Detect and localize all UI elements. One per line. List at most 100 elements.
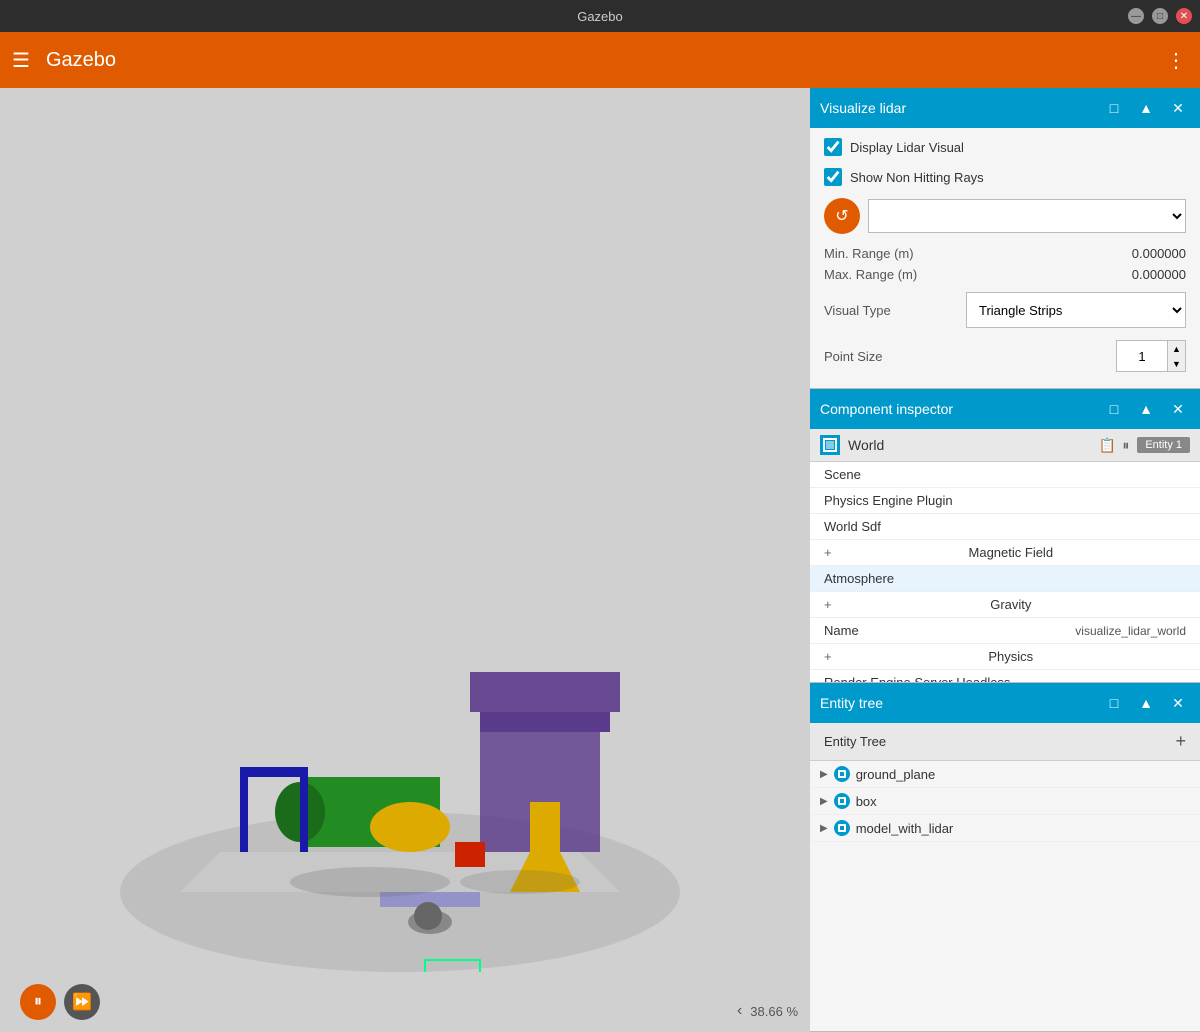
window-title: Gazebo [577, 9, 623, 24]
entity-tree-square-button[interactable]: □ [1102, 691, 1126, 715]
3d-viewport[interactable]: ⏸ ⏩ ‹ 38.66 % [0, 88, 810, 1032]
et-header-row: Entity Tree + [810, 723, 1200, 761]
ci-copy-button[interactable]: 📋 [1099, 437, 1116, 454]
spinner-up-button[interactable]: ▲ [1167, 341, 1185, 356]
ci-list: Scene Physics Engine Plugin World Sdf + … [810, 462, 1200, 682]
show-rays-label: Show Non Hitting Rays [850, 170, 984, 185]
entity-tree-title: Entity tree [820, 695, 1094, 711]
component-inspector-up-button[interactable]: ▲ [1134, 397, 1158, 421]
app-title: Gazebo [46, 49, 116, 72]
et-item-ground-plane[interactable]: ▶ ground_plane [810, 761, 1200, 788]
entity-tree-up-button[interactable]: ▲ [1134, 691, 1158, 715]
et-add-button[interactable]: + [1175, 731, 1186, 752]
et-item-model-with-lidar[interactable]: ▶ model_with_lidar [810, 815, 1200, 842]
ci-actions: 📋 ⏸ [1099, 437, 1129, 454]
spinner-down-button[interactable]: ▼ [1167, 356, 1185, 371]
visual-type-row: Visual Type Triangle Strips Points Billb… [824, 292, 1186, 328]
title-bar: Gazebo — □ ✕ [0, 0, 1200, 32]
visualize-lidar-square-button[interactable]: □ [1102, 96, 1126, 120]
entity-tree-close-button[interactable]: ✕ [1166, 691, 1190, 715]
show-rays-checkbox[interactable] [824, 168, 842, 186]
et-arrow-ground-plane: ▶ [820, 769, 828, 780]
display-lidar-checkbox[interactable] [824, 138, 842, 156]
ci-item-atmosphere[interactable]: Atmosphere [810, 566, 1200, 592]
max-range-row: Max. Range (m) 0.000000 [824, 267, 1186, 282]
ci-item-magnetic-field[interactable]: + Magnetic Field [810, 540, 1200, 566]
component-inspector-close-button[interactable]: ✕ [1166, 397, 1190, 421]
ci-world-row: World 📋 ⏸ Entity 1 [810, 429, 1200, 462]
close-button[interactable]: ✕ [1176, 8, 1192, 24]
max-range-label: Max. Range (m) [824, 267, 917, 282]
pause-button[interactable]: ⏸ [20, 984, 56, 1020]
entity-badge: Entity 1 [1137, 437, 1190, 453]
point-size-row: Point Size ▲ ▼ [824, 340, 1186, 372]
point-size-label: Point Size [824, 349, 883, 364]
lidar-topic-select[interactable] [868, 199, 1186, 233]
ci-item-name[interactable]: Name visualize_lidar_world [810, 618, 1200, 644]
entity-tree-panel: Entity tree □ ▲ ✕ Entity Tree + ▶ ground… [810, 683, 1200, 1032]
et-label-box: box [856, 794, 877, 809]
hamburger-menu-icon[interactable]: ☰ [12, 48, 30, 73]
min-range-label: Min. Range (m) [824, 246, 914, 261]
max-range-value: 0.000000 [1132, 267, 1186, 282]
point-size-spinner: ▲ ▼ [1116, 340, 1186, 372]
et-body: ▶ ground_plane ▶ box ▶ [810, 761, 1200, 1031]
world-cube-icon [820, 435, 840, 455]
window-controls: — □ ✕ [1128, 8, 1192, 24]
et-arrow-model: ▶ [820, 823, 828, 834]
et-label-ground-plane: ground_plane [856, 767, 936, 782]
et-item-box[interactable]: ▶ box [810, 788, 1200, 815]
scene-svg [100, 572, 700, 972]
ci-item-world-sdf[interactable]: World Sdf [810, 514, 1200, 540]
show-rays-row: Show Non Hitting Rays [824, 168, 1186, 186]
ci-item-render-engine-server-headless[interactable]: Render Engine Server Headless [810, 670, 1200, 682]
visual-type-label: Visual Type [824, 303, 891, 318]
component-inspector-title: Component inspector [820, 401, 1094, 417]
zoom-level: 38.66 % [750, 1004, 798, 1019]
lidar-refresh-row: ↺ [824, 198, 1186, 234]
point-size-input[interactable] [1117, 341, 1167, 371]
expand-icon-gravity: + [824, 597, 832, 612]
ci-item-scene[interactable]: Scene [810, 462, 1200, 488]
expand-icon-physics: + [824, 649, 832, 664]
component-inspector-header: Component inspector □ ▲ ✕ [810, 389, 1200, 429]
entity-tree-header: Entity tree □ ▲ ✕ [810, 683, 1200, 723]
more-options-icon[interactable]: ⋮ [1166, 48, 1186, 73]
app-bar: ☰ Gazebo ⋮ [0, 32, 1200, 88]
min-range-row: Min. Range (m) 0.000000 [824, 246, 1186, 261]
fast-forward-button[interactable]: ⏩ [64, 984, 100, 1020]
expand-icon: + [824, 545, 832, 560]
et-node-icon-ground-plane [834, 766, 850, 782]
maximize-button[interactable]: □ [1152, 8, 1168, 24]
collapse-arrow-button[interactable]: ‹ [737, 1002, 742, 1020]
viewport-controls: ⏸ ⏩ [20, 984, 100, 1020]
visualize-lidar-close-button[interactable]: ✕ [1166, 96, 1190, 120]
min-range-value: 0.000000 [1132, 246, 1186, 261]
et-label-model: model_with_lidar [856, 821, 954, 836]
refresh-button[interactable]: ↺ [824, 198, 860, 234]
et-node-icon-model [834, 820, 850, 836]
visual-type-select[interactable]: Triangle Strips Points Billboards [966, 292, 1186, 328]
visualize-lidar-up-button[interactable]: ▲ [1134, 96, 1158, 120]
display-lidar-label: Display Lidar Visual [850, 140, 964, 155]
right-panels: Visualize lidar □ ▲ ✕ Display Lidar Visu… [810, 88, 1200, 1032]
display-lidar-row: Display Lidar Visual [824, 138, 1186, 156]
ci-pause-button[interactable]: ⏸ [1122, 437, 1129, 454]
visualize-lidar-header: Visualize lidar □ ▲ ✕ [810, 88, 1200, 128]
component-inspector-panel: Component inspector □ ▲ ✕ World 📋 ⏸ Enti… [810, 389, 1200, 683]
component-inspector-square-button[interactable]: □ [1102, 397, 1126, 421]
visualize-lidar-body: Display Lidar Visual Show Non Hitting Ra… [810, 128, 1200, 388]
ci-world-label: World [848, 437, 1091, 453]
visualize-lidar-panel: Visualize lidar □ ▲ ✕ Display Lidar Visu… [810, 88, 1200, 389]
main-layout: ⏸ ⏩ ‹ 38.66 % Visualize lidar □ ▲ ✕ Disp… [0, 88, 1200, 1032]
visualize-lidar-title: Visualize lidar [820, 100, 1094, 116]
minimize-button[interactable]: — [1128, 8, 1144, 24]
et-header-label: Entity Tree [824, 734, 886, 749]
ci-item-physics-engine[interactable]: Physics Engine Plugin [810, 488, 1200, 514]
viewport-bottom-bar: ‹ 38.66 % [737, 1002, 798, 1020]
et-arrow-box: ▶ [820, 796, 828, 807]
ci-item-physics[interactable]: + Physics [810, 644, 1200, 670]
spinner-buttons: ▲ ▼ [1167, 341, 1185, 371]
et-node-icon-box [834, 793, 850, 809]
ci-item-gravity[interactable]: + Gravity [810, 592, 1200, 618]
